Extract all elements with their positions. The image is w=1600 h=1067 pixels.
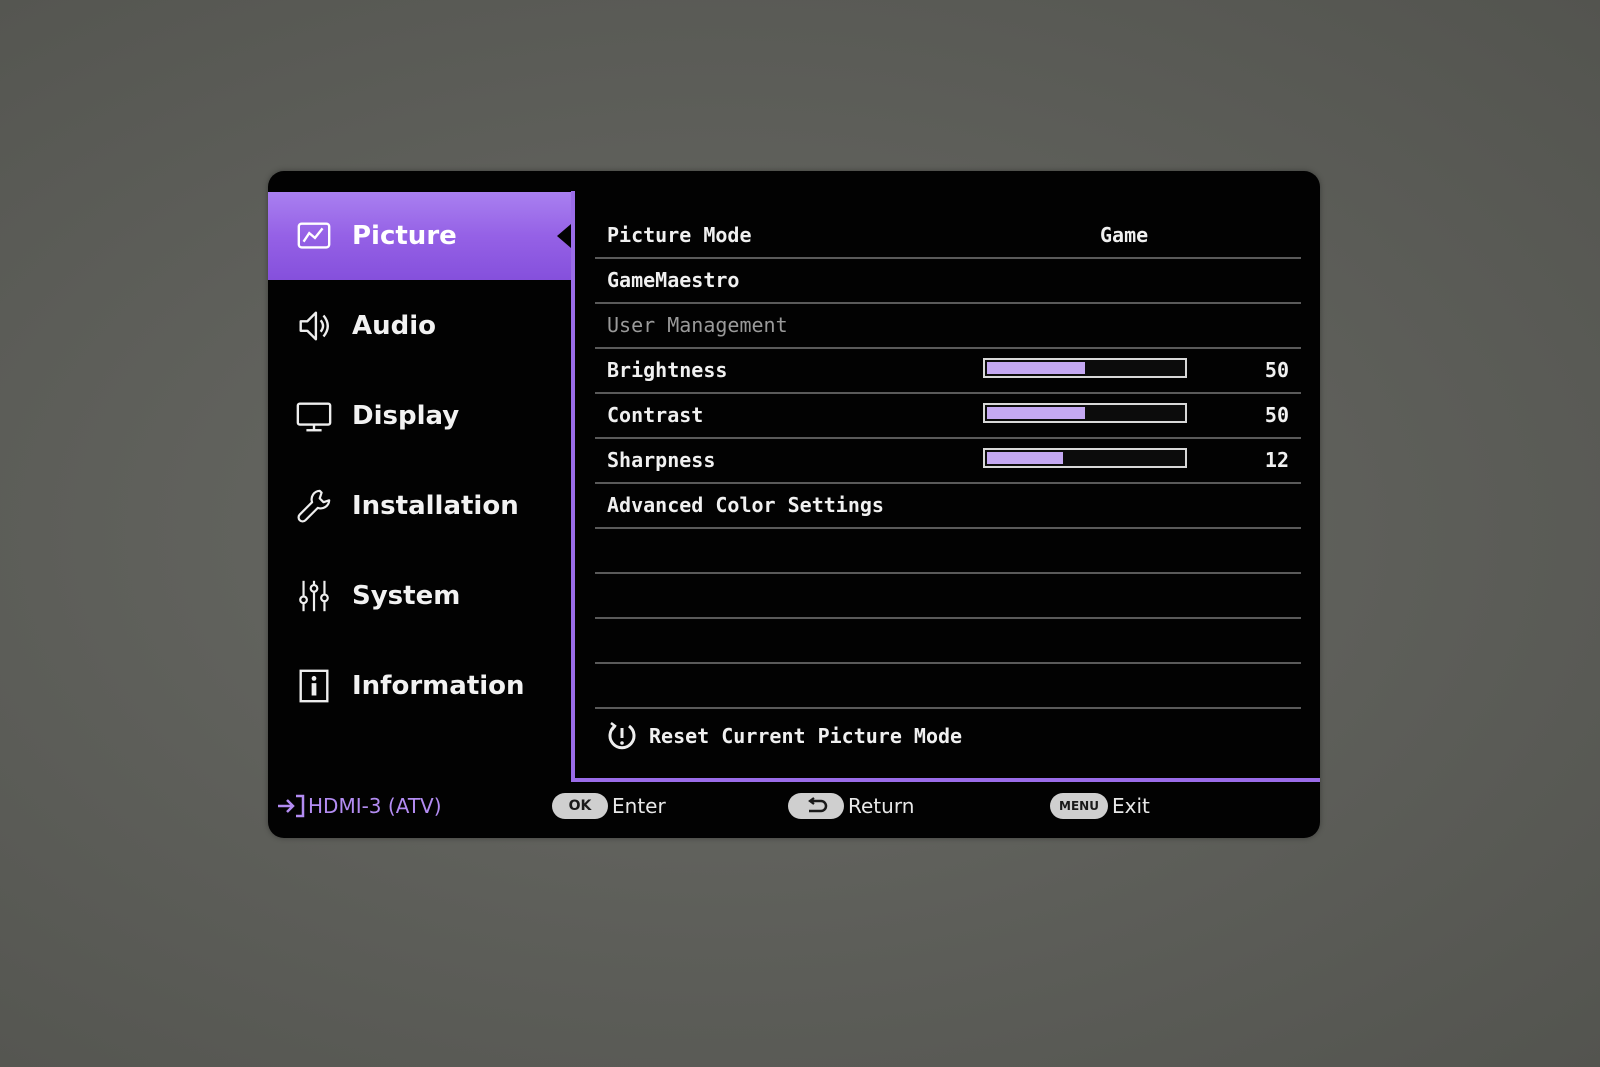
brightness-slider-fill (987, 362, 1085, 374)
osd-menu: Picture Audio Display Installation Syste… (268, 171, 1320, 838)
info-icon (294, 666, 334, 706)
sliders-icon (294, 576, 334, 616)
footer-bar: HDMI-3 (ATV) OK Enter Return MENU Exit (268, 771, 1320, 838)
return-key (788, 793, 844, 819)
picture-mode-value: Game (1100, 223, 1149, 247)
menu-hint: MENU Exit (1050, 793, 1150, 819)
sidebar-item-display[interactable]: Display (268, 372, 571, 460)
empty-row (595, 663, 1301, 709)
sidebar-item-label: Display (352, 401, 460, 431)
empty-row (595, 528, 1301, 574)
contrast-slider-fill (987, 407, 1085, 419)
sidebar-item-label: Picture (352, 221, 457, 251)
menu-key: MENU (1050, 793, 1108, 819)
user-management-label: User Management (607, 313, 788, 337)
sharpness-row[interactable]: Sharpness 12 (595, 438, 1301, 484)
picture-mode-row[interactable]: Picture Mode Game (595, 213, 1301, 259)
gamemaestro-label: GameMaestro (607, 268, 740, 292)
sidebar-item-installation[interactable]: Installation (268, 462, 571, 550)
advanced-color-settings-row[interactable]: Advanced Color Settings (595, 483, 1301, 529)
menu-hint-label: Exit (1112, 794, 1150, 818)
sharpness-value: 12 (1264, 448, 1289, 472)
brightness-slider[interactable] (983, 358, 1187, 378)
picture-icon (294, 216, 334, 256)
input-source: HDMI-3 (ATV) (276, 793, 442, 819)
sidebar-item-picture[interactable]: Picture (268, 192, 571, 280)
reset-label: Reset Current Picture Mode (649, 724, 963, 748)
input-source-label: HDMI-3 (ATV) (308, 794, 442, 818)
empty-row (595, 618, 1301, 664)
picture-mode-label: Picture Mode (607, 223, 752, 247)
picture-settings-panel: Picture Mode Game GameMaestro User Manag… (571, 171, 1320, 782)
sidebar-item-label: Installation (352, 491, 519, 521)
sharpness-slider-fill (987, 452, 1063, 464)
wrench-icon (294, 486, 334, 526)
brightness-row[interactable]: Brightness 50 (595, 348, 1301, 394)
contrast-value: 50 (1264, 403, 1289, 427)
contrast-slider[interactable] (983, 403, 1187, 423)
ok-hint: OK Enter (552, 793, 666, 819)
monitor-icon (294, 396, 334, 436)
contrast-row[interactable]: Contrast 50 (595, 393, 1301, 439)
reset-icon (605, 719, 639, 753)
empty-row (595, 573, 1301, 619)
sharpness-label: Sharpness (607, 448, 716, 472)
category-sidebar: Picture Audio Display Installation Syste… (268, 171, 571, 771)
ok-key: OK (552, 793, 608, 819)
brightness-value: 50 (1264, 358, 1289, 382)
brightness-label: Brightness (607, 358, 728, 382)
sidebar-item-information[interactable]: Information (268, 642, 571, 730)
gamemaestro-row[interactable]: GameMaestro (595, 258, 1301, 304)
ok-hint-label: Enter (612, 794, 666, 818)
return-hint: Return (788, 793, 914, 819)
return-arrow-icon (808, 797, 828, 813)
user-management-row: User Management (595, 303, 1301, 349)
input-source-icon (276, 793, 306, 819)
speaker-icon (294, 306, 334, 346)
reset-picture-mode-button[interactable]: Reset Current Picture Mode (605, 716, 962, 756)
sidebar-item-system[interactable]: System (268, 552, 571, 640)
contrast-label: Contrast (607, 403, 704, 427)
sidebar-item-label: Information (352, 671, 525, 701)
sharpness-slider[interactable] (983, 448, 1187, 468)
advanced-color-settings-label: Advanced Color Settings (607, 493, 884, 517)
sidebar-item-audio[interactable]: Audio (268, 282, 571, 370)
sidebar-item-label: Audio (352, 311, 437, 341)
return-hint-label: Return (848, 794, 915, 818)
sidebar-item-label: System (352, 581, 461, 611)
